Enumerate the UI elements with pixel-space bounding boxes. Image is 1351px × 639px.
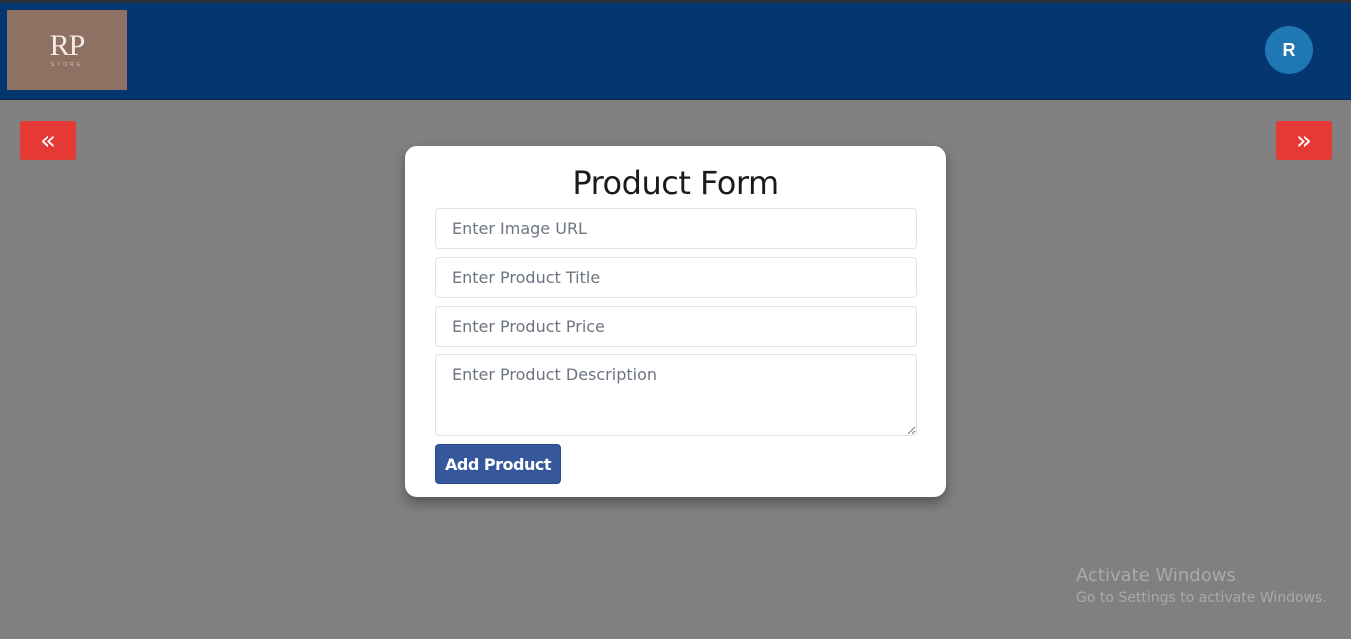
top-navbar: RP STORE R [0,3,1351,100]
double-chevron-left-icon: « [40,125,56,156]
add-product-button[interactable]: Add Product [435,444,561,484]
product-price-input[interactable] [435,306,917,347]
product-form-card: Product Form Add Product [405,146,946,497]
next-button[interactable]: » [1276,121,1332,160]
store-logo[interactable]: RP STORE [7,10,127,90]
product-title-input[interactable] [435,257,917,298]
previous-button[interactable]: « [20,121,76,160]
double-chevron-right-icon: » [1296,125,1312,156]
watermark-title: Activate Windows [1076,565,1236,586]
activate-windows-watermark: Activate Windows Go to Settings to activ… [1076,565,1327,608]
image-url-input[interactable] [435,208,917,249]
product-description-textarea[interactable] [435,354,917,436]
form-title: Product Form [572,164,779,202]
logo-subtext: STORE [50,61,84,68]
logo-mark: RP [49,28,86,62]
user-avatar[interactable]: R [1265,26,1313,74]
watermark-subtitle: Go to Settings to activate Windows. [1076,590,1327,606]
